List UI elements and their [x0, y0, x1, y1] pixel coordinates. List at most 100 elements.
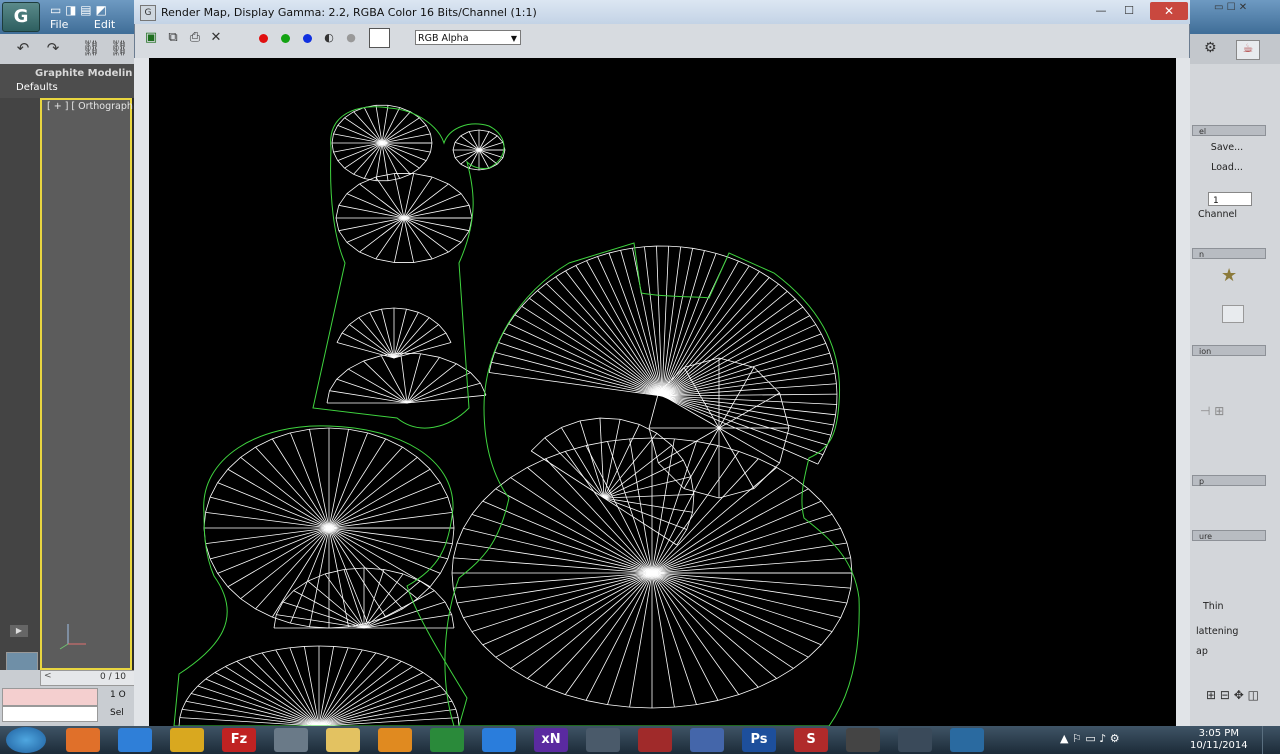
- wire-edge: [738, 686, 759, 696]
- wire-edge: [447, 496, 453, 513]
- wire-edge: [661, 395, 828, 446]
- taskbar-chrome-icon[interactable]: [170, 728, 204, 752]
- start-button-icon[interactable]: [6, 727, 46, 753]
- color-swatch[interactable]: [369, 28, 390, 48]
- wire-edge: [349, 324, 395, 359]
- taskbar-app-icon[interactable]: [898, 728, 932, 752]
- close-button[interactable]: ✕: [1150, 2, 1188, 20]
- redo-icon[interactable]: ↷: [42, 38, 64, 58]
- viewport-label[interactable]: [ + ] [ Orthograph: [47, 101, 133, 112]
- wire-edge: [328, 496, 448, 529]
- left-strip: [0, 98, 40, 670]
- alpha-channel-icon[interactable]: ◐: [321, 30, 337, 46]
- orthographic-viewport[interactable]: [40, 98, 132, 670]
- left-scrollbar[interactable]: [134, 58, 149, 726]
- wire-edge: [619, 418, 640, 425]
- wire-edge: [607, 438, 630, 442]
- show-desktop-button[interactable]: [1262, 726, 1280, 754]
- taskbar-app-icon[interactable]: [638, 728, 672, 752]
- wire-edge: [275, 601, 284, 615]
- ribbon-title[interactable]: Graphite Modelin: [35, 68, 132, 79]
- wire-edge: [318, 652, 377, 727]
- taskbar-substance-icon[interactable]: S: [794, 728, 828, 752]
- wire-edge: [353, 173, 365, 179]
- rollout-header-1[interactable]: el: [1192, 125, 1266, 136]
- channel-spinner-value: 1: [1213, 196, 1219, 206]
- undo-icon[interactable]: ↶: [12, 38, 34, 58]
- taskbar-app-icon[interactable]: [586, 728, 620, 752]
- maxscript-input-field[interactable]: [2, 706, 98, 722]
- wire-edge: [348, 360, 364, 370]
- ribbon-defaults-tab[interactable]: Defaults: [16, 82, 58, 93]
- play-icon[interactable]: ▶: [10, 625, 28, 637]
- taskbar-media-player-icon[interactable]: [378, 728, 412, 752]
- green-channel-icon[interactable]: [281, 34, 290, 43]
- minimize-button[interactable]: —: [1088, 2, 1114, 20]
- wire-edge: [586, 260, 663, 397]
- channel-spinner[interactable]: 1: [1208, 192, 1252, 206]
- taskbar-3ds-max-icon[interactable]: [846, 728, 880, 752]
- render-setup-icon[interactable]: ⚙: [1204, 40, 1217, 56]
- rollout-header-4[interactable]: p: [1192, 475, 1266, 486]
- uv-island-small-border: [312, 106, 505, 429]
- maxscript-listener-field[interactable]: [2, 688, 98, 706]
- taskbar-app-icon[interactable]: [690, 728, 724, 752]
- menu-file[interactable]: File: [50, 18, 68, 31]
- wire-edge: [393, 307, 407, 310]
- save-button[interactable]: Save...: [1200, 140, 1254, 156]
- taskbar-xnormal-icon[interactable]: xN: [534, 728, 568, 752]
- taskbar-internet-explorer-icon[interactable]: [118, 728, 152, 752]
- app-logo-icon[interactable]: G: [2, 2, 40, 32]
- channel-select[interactable]: RGB Alpha ▼: [415, 30, 521, 45]
- clone-window-icon[interactable]: ⧉: [165, 30, 181, 46]
- wire-edge: [358, 311, 370, 318]
- wire-edge: [802, 306, 811, 316]
- wire-edge: [290, 428, 310, 434]
- wire-edge: [833, 414, 837, 426]
- taskbar-filezilla-icon[interactable]: Fz: [222, 728, 256, 752]
- print-icon[interactable]: ⎙: [187, 30, 203, 46]
- link-icon[interactable]: ⛓: [80, 38, 102, 58]
- wire-edge: [227, 527, 330, 588]
- wire-edge: [468, 129, 480, 132]
- arrange-icons[interactable]: ⊣ ⊞: [1200, 404, 1256, 422]
- peel-icon[interactable]: ★: [1221, 265, 1237, 286]
- app-window-controls[interactable]: ▭ ☐ ✕: [1214, 2, 1247, 13]
- rollout-header-5[interactable]: ure: [1192, 530, 1266, 541]
- quick-access-icons[interactable]: ▭ ◨ ▤ ◩: [50, 3, 107, 17]
- rollout-header-2[interactable]: n: [1192, 248, 1266, 259]
- pack-icon[interactable]: [1222, 305, 1244, 323]
- red-channel-icon[interactable]: [259, 34, 268, 43]
- wire-edge: [343, 567, 365, 570]
- right-scrollbar[interactable]: [1176, 58, 1190, 726]
- wire-edge: [651, 572, 848, 604]
- wire-edge: [452, 142, 456, 151]
- render-window-toolbar: [134, 24, 1190, 52]
- taskbar-file-explorer-icon[interactable]: [326, 728, 360, 752]
- monochrome-icon[interactable]: ●: [343, 30, 359, 46]
- blue-channel-icon[interactable]: [303, 34, 312, 43]
- render-icon[interactable]: ☕: [1236, 40, 1260, 60]
- map-label: ap: [1196, 646, 1208, 657]
- render-canvas[interactable]: [149, 58, 1176, 727]
- maximize-button[interactable]: ☐: [1116, 2, 1142, 20]
- taskbar-photoshop-icon[interactable]: Ps: [742, 728, 776, 752]
- wire-edge: [338, 193, 348, 206]
- wire-edge: [585, 572, 653, 701]
- menu-edit[interactable]: Edit: [94, 18, 115, 31]
- tray-clock[interactable]: 3:05 PM 10/11/2014: [1190, 728, 1248, 752]
- system-tray-icons[interactable]: ▲ ⚐ ▭ ♪ ⚙: [1060, 732, 1120, 745]
- clear-icon[interactable]: ✕: [208, 30, 224, 46]
- taskbar-tool-icon[interactable]: [274, 728, 308, 752]
- taskbar-firefox-icon[interactable]: [66, 728, 100, 752]
- taskbar-app-icon[interactable]: [950, 728, 984, 752]
- unlink-icon[interactable]: ⛓: [108, 38, 130, 58]
- rollout-header-3[interactable]: ion: [1192, 345, 1266, 356]
- wire-edge: [831, 514, 842, 529]
- load-button[interactable]: Load...: [1200, 160, 1254, 176]
- time-slider-prev-icon[interactable]: <: [44, 671, 52, 681]
- viewport-nav-icons[interactable]: ⊞ ⊟ ✥ ◫: [1206, 688, 1259, 702]
- taskbar-app-icon[interactable]: [430, 728, 464, 752]
- taskbar-dropbox-icon[interactable]: [482, 728, 516, 752]
- save-image-icon[interactable]: ▣: [143, 30, 159, 46]
